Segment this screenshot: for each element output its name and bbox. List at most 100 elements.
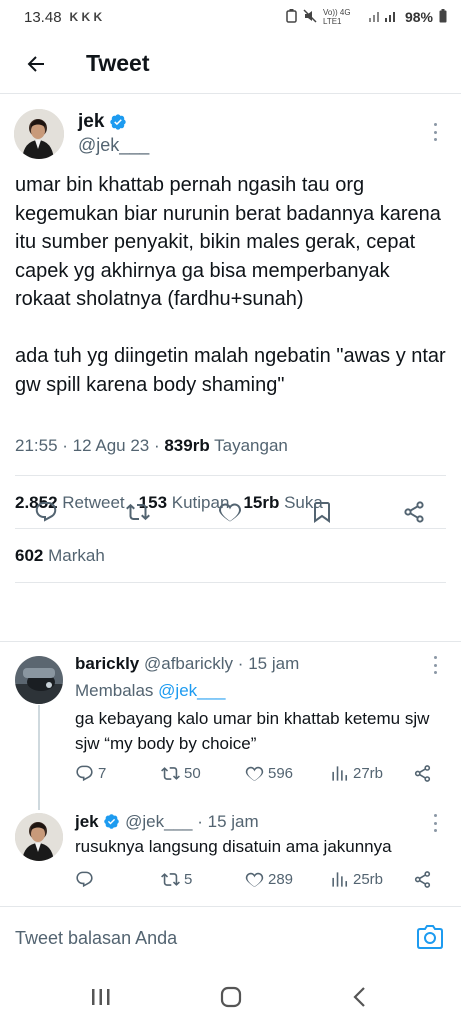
battery-saver-icon: [286, 8, 297, 26]
views-chart-icon: [332, 872, 348, 887]
author-row: jek @jek___: [0, 95, 461, 170]
back-button[interactable]: [16, 44, 56, 84]
reply-more-button[interactable]: [429, 656, 441, 674]
reply-reply-count: 7: [98, 765, 107, 782]
notification-icons: K K K: [69, 10, 103, 24]
status-bar: 13.48 K K K Vo)) 4G LTE1 98%: [0, 0, 461, 34]
tweet-meta: 21:55 · 12 Agu 23 · 839rb Tayangan: [15, 436, 288, 455]
heart-icon: [245, 872, 264, 888]
tweet-date[interactable]: 12 Agu 23: [73, 436, 150, 455]
heart-icon: [245, 766, 264, 782]
reply-time[interactable]: 15 jam: [248, 654, 299, 673]
replying-label: Membalas: [75, 681, 154, 700]
more-dots-icon: [433, 656, 437, 659]
reply-actions: 7 50 596 27rb: [75, 764, 445, 788]
bookmark-stats: 602 Markah: [15, 546, 105, 566]
recent-apps-button[interactable]: [86, 982, 116, 1012]
app-header: Tweet: [0, 34, 461, 94]
reply-icon: [76, 765, 93, 782]
reply-dot: ·: [237, 654, 244, 673]
page-title: Tweet: [86, 50, 150, 76]
reply-time[interactable]: 15 jam: [208, 812, 259, 831]
main-tweet: jek @jek___ umar bin khattab pernah ngas…: [0, 95, 461, 583]
reply-views-count: 27rb: [353, 765, 384, 782]
bookmark-icon: [314, 502, 330, 523]
reply-retweet-button[interactable]: 50: [161, 764, 201, 783]
reply-item[interactable]: barickly @afbarickly · 15 jam Membalas @…: [0, 654, 461, 794]
reply-author-handle: @afbarickly: [144, 654, 234, 673]
bookmark-button[interactable]: [307, 497, 337, 527]
reply-reply-button[interactable]: 7: [75, 764, 106, 783]
home-icon: [220, 986, 242, 1008]
reply-more-button[interactable]: [429, 814, 441, 832]
share-icon: [414, 871, 431, 888]
tweet-views-count: 839rb: [164, 436, 210, 455]
retweet-icon: [126, 503, 150, 521]
status-right: Vo)) 4G LTE1 98%: [286, 8, 447, 26]
reply-header: jek @jek___ · 15 jam: [75, 812, 259, 832]
battery-icon: [439, 8, 447, 26]
reply-like-button[interactable]: 289: [245, 870, 293, 889]
status-left: 13.48 K K K: [24, 9, 102, 26]
more-dot: [433, 829, 437, 832]
author-name[interactable]: jek: [78, 111, 127, 133]
battery-level: 98%: [404, 9, 433, 25]
reply-like-count: 596: [268, 765, 294, 782]
share-icon: [404, 501, 424, 523]
author-name-text: jek: [78, 111, 105, 132]
bookmarks-stat[interactable]: 602 Markah: [15, 546, 105, 566]
tweet-action-bar: [0, 497, 461, 533]
bookmarks-label: Markah: [48, 546, 105, 565]
reply-reply-button[interactable]: [75, 870, 98, 889]
signal-icon: [368, 9, 399, 25]
tweet-paragraph-2: ada tuh yg diingetin malah ngebatin "awa…: [15, 345, 446, 396]
reply-text: rusuknya langsung disatuin ama jakunnya: [75, 837, 392, 856]
reply-text: ga kebayang kalo umar bin khattab ketemu…: [75, 709, 430, 753]
tweet-time[interactable]: 21:55: [15, 436, 58, 455]
author-avatar[interactable]: [14, 109, 64, 159]
reply-like-button[interactable]: 596: [245, 764, 293, 783]
retweet-icon: [161, 767, 180, 780]
network-type: Vo)) 4G LTE1: [322, 8, 351, 26]
tweet-more-button[interactable]: [429, 123, 441, 141]
reply-icon: [35, 502, 57, 522]
more-dot: [433, 130, 437, 134]
divider: [15, 582, 446, 583]
tweet-views-label[interactable]: Tayangan: [214, 436, 288, 455]
camera-button[interactable]: [417, 925, 447, 951]
reply-share-button[interactable]: [413, 870, 432, 889]
reply-input[interactable]: [15, 921, 400, 955]
reply-author-name[interactable]: barickly: [75, 654, 139, 673]
reply-compose-bar: [0, 906, 461, 970]
divider: [0, 641, 461, 642]
more-dot: [433, 671, 437, 674]
recent-apps-icon: [92, 989, 110, 1005]
verified-badge-icon: [110, 114, 127, 130]
tweet-text: umar bin khattab pernah ngasih tau org k…: [15, 171, 450, 428]
replying-to-link[interactable]: @jek___: [158, 681, 225, 700]
replying-to: Membalas @jek___: [75, 678, 226, 703]
reply-button[interactable]: [31, 497, 61, 527]
reply-views-button[interactable]: 27rb: [330, 764, 383, 783]
verified-badge-icon: [104, 814, 120, 829]
reply-item[interactable]: jek @jek___ · 15 jam rusuknya langsung d…: [0, 812, 461, 894]
camera-icon: [417, 925, 443, 949]
more-dot: [433, 821, 437, 825]
back-nav-button[interactable]: [345, 982, 375, 1012]
reply-author-name[interactable]: jek: [75, 812, 99, 831]
home-button[interactable]: [216, 982, 246, 1012]
arrow-left-icon: [27, 55, 44, 72]
more-dots-icon: [433, 123, 437, 126]
mute-icon: [303, 8, 317, 26]
views-chart-icon: [332, 766, 348, 781]
like-button[interactable]: [215, 497, 245, 527]
reply-views-button[interactable]: 25rb: [330, 870, 383, 889]
reply-retweet-button[interactable]: 5: [161, 870, 192, 889]
reply-author-handle: @jek___: [125, 812, 193, 831]
share-button[interactable]: [399, 497, 429, 527]
reply-views-count: 25rb: [353, 871, 384, 888]
reply-header: barickly @afbarickly · 15 jam: [75, 654, 299, 674]
reply-share-button[interactable]: [413, 764, 432, 783]
retweet-button[interactable]: [123, 497, 153, 527]
more-dots-icon: [433, 814, 437, 817]
